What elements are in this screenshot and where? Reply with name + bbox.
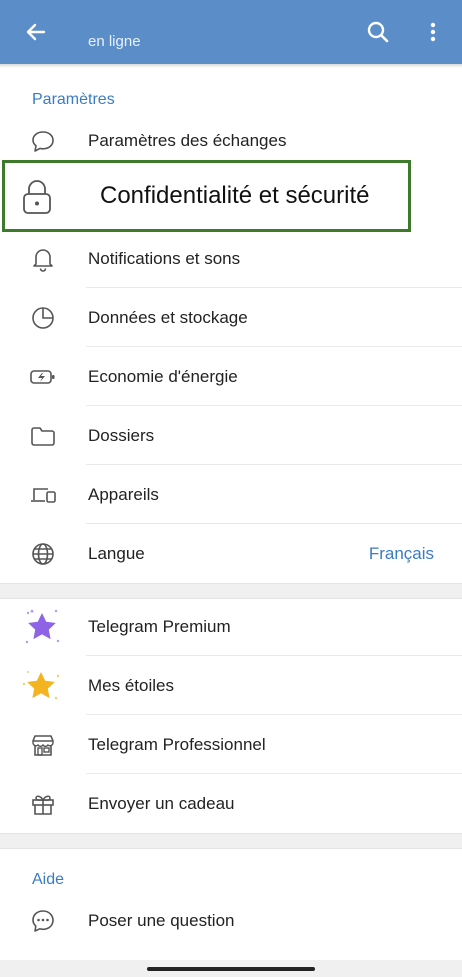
language-label: Langue	[88, 543, 145, 563]
home-indicator[interactable]	[147, 967, 315, 971]
chat-dots-icon	[28, 906, 58, 936]
folders-item[interactable]: Dossiers	[0, 406, 462, 465]
devices-icon	[28, 480, 58, 510]
chat-settings-label: Paramètres des échanges	[88, 130, 287, 150]
language-item[interactable]: Langue Français	[0, 524, 462, 583]
privacy-security-item[interactable]: Confidentialité et sécurité	[2, 160, 411, 232]
telegram-premium-item[interactable]: Telegram Premium	[0, 597, 462, 656]
chat-bubble-icon	[28, 126, 58, 156]
top-app-bar: en ligne	[0, 0, 462, 64]
bell-icon	[28, 244, 58, 274]
folder-icon	[28, 421, 58, 451]
telegram-business-item[interactable]: Telegram Professionnel	[0, 715, 462, 774]
my-stars-item[interactable]: Mes étoiles	[0, 656, 462, 715]
business-label: Telegram Professionnel	[88, 734, 266, 754]
lock-icon	[19, 178, 55, 216]
language-value: Français	[368, 543, 434, 563]
notifications-label: Notifications et sons	[88, 248, 241, 268]
send-gift-item[interactable]: Envoyer un cadeau	[0, 774, 462, 833]
power-saving-label: Economie d'énergie	[88, 366, 238, 386]
section-separator	[0, 833, 462, 849]
battery-icon	[28, 362, 58, 392]
shop-icon	[28, 730, 58, 760]
gold-star-icon	[18, 664, 64, 708]
privacy-security-label: Confidentialité et sécurité	[100, 182, 370, 209]
online-status: en ligne	[88, 33, 141, 50]
premium-star-icon	[20, 605, 64, 649]
devices-label: Appareils	[88, 484, 159, 504]
premium-label: Telegram Premium	[88, 616, 231, 636]
notifications-item[interactable]: Notifications et sons	[0, 229, 462, 288]
ask-question-label: Poser une question	[88, 910, 235, 930]
folders-label: Dossiers	[88, 425, 155, 445]
power-saving-item[interactable]: Economie d'énergie	[0, 347, 462, 406]
data-storage-label: Données et stockage	[88, 307, 248, 327]
search-icon[interactable]	[364, 18, 392, 46]
send-gift-label: Envoyer un cadeau	[88, 793, 235, 813]
back-arrow-icon[interactable]	[22, 18, 50, 46]
globe-icon	[28, 539, 58, 569]
pie-chart-icon	[28, 303, 58, 333]
data-storage-item[interactable]: Données et stockage	[0, 288, 462, 347]
devices-item[interactable]: Appareils	[0, 465, 462, 524]
settings-section-title: Paramètres	[32, 91, 115, 108]
ask-question-item[interactable]: Poser une question	[0, 891, 462, 950]
more-options-icon[interactable]	[424, 18, 442, 46]
gift-icon	[28, 789, 58, 819]
header-shadow	[0, 64, 462, 68]
my-stars-label: Mes étoiles	[88, 675, 174, 695]
help-section-title: Aide	[32, 871, 65, 888]
